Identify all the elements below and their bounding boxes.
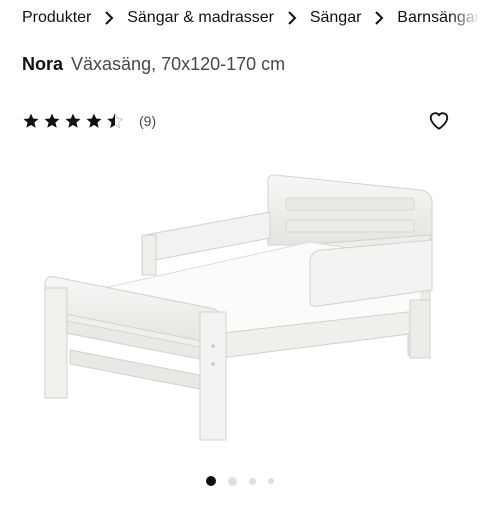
carousel-dot[interactable] <box>206 476 216 486</box>
star-icon <box>44 113 60 128</box>
product-title: Nora Växasäng, 70x120-170 cm <box>22 54 285 75</box>
carousel-dot[interactable] <box>249 477 256 485</box>
breadcrumb-item-produkter[interactable]: Produkter <box>22 9 91 27</box>
product-rating[interactable]: (9) <box>22 110 156 132</box>
star-icon <box>86 113 102 128</box>
star-icon <box>65 113 81 128</box>
star-icon <box>106 112 124 129</box>
carousel-dot[interactable] <box>268 478 274 484</box>
chevron-right-icon <box>91 11 127 25</box>
chevron-right-icon <box>274 11 310 25</box>
rating-stars <box>22 112 127 130</box>
product-image[interactable] <box>0 150 480 460</box>
carousel-indicators <box>0 476 480 486</box>
carousel-dot[interactable] <box>228 476 237 486</box>
heart-icon <box>429 112 449 130</box>
bed-illustration <box>44 174 433 441</box>
product-description: Växasäng, 70x120-170 cm <box>71 54 286 74</box>
breadcrumb: Produkter Sängar & madrasser Sängar Barn… <box>0 0 480 36</box>
product-name: Nora <box>22 54 64 74</box>
breadcrumb-item-sangar-madrasser[interactable]: Sängar & madrasser <box>127 9 274 27</box>
chevron-right-icon <box>361 11 397 25</box>
review-count[interactable]: (9) <box>139 113 156 129</box>
wishlist-button[interactable] <box>428 110 450 132</box>
breadcrumb-item-sangar[interactable]: Sängar <box>310 9 362 27</box>
star-icon <box>23 113 39 128</box>
breadcrumb-fade <box>450 0 480 36</box>
